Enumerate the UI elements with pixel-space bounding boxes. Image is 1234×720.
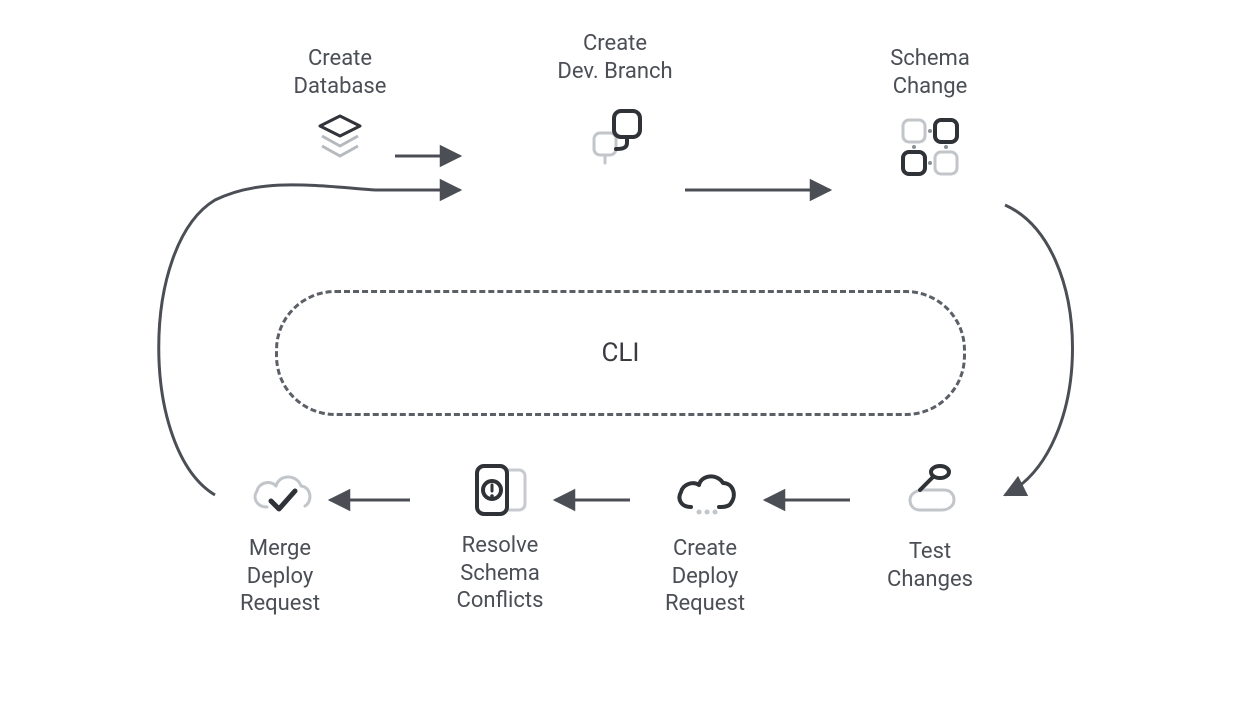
label-merge-deploy-request: Merge Deploy Request xyxy=(190,535,370,618)
node-merge-deploy-request: Merge Deploy Request xyxy=(190,465,370,618)
label-create-dev-branch: Create Dev. Branch xyxy=(515,30,715,85)
cli-box: CLI xyxy=(275,290,966,416)
database-stack-icon xyxy=(260,110,420,170)
node-resolve-schema-conflicts: Resolve Schema Conflicts xyxy=(400,460,600,615)
cloud-check-icon xyxy=(190,465,370,521)
label-schema-change: Schema Change xyxy=(850,45,1010,100)
label-create-deploy-request: Create Deploy Request xyxy=(615,535,795,618)
node-test-changes: Test Changes xyxy=(850,460,1010,593)
label-create-database: Create Database xyxy=(260,45,420,100)
branch-icon xyxy=(515,103,715,173)
workflow-diagram: CLI Create Database Create Dev. Branch xyxy=(0,0,1234,720)
node-create-deploy-request: Create Deploy Request xyxy=(615,465,795,618)
label-test-changes: Test Changes xyxy=(850,538,1010,593)
test-stamp-icon xyxy=(850,460,1010,524)
cloud-deploy-icon xyxy=(615,465,795,521)
cli-label: CLI xyxy=(602,338,640,368)
label-resolve-schema-conflicts: Resolve Schema Conflicts xyxy=(400,532,600,615)
node-schema-change: Schema Change xyxy=(850,45,1010,180)
schema-grid-icon xyxy=(850,114,1010,180)
node-create-dev-branch: Create Dev. Branch xyxy=(515,30,715,173)
node-create-database: Create Database xyxy=(260,45,420,170)
conflict-icon xyxy=(400,460,600,522)
